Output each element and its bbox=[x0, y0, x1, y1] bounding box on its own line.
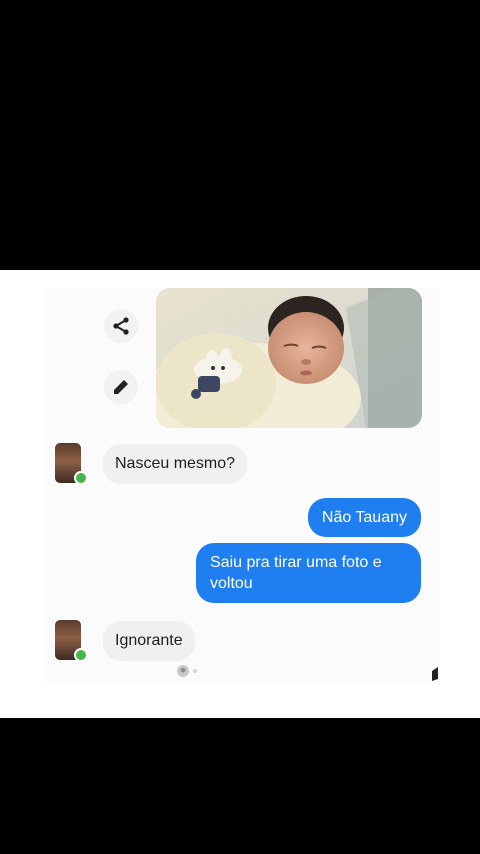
message-text: Não Tauany bbox=[321, 509, 407, 526]
message-text: Nasceu mesmo? bbox=[115, 455, 236, 472]
message-bubble-outgoing[interactable]: Não Tauany bbox=[307, 498, 421, 537]
online-status-dot bbox=[74, 648, 88, 662]
online-status-dot bbox=[74, 471, 88, 485]
message-bubble-incoming[interactable]: Nasceu mesmo? bbox=[103, 444, 248, 484]
message-text: Saiu pra tirar uma foto e voltou bbox=[210, 554, 382, 592]
edit-button[interactable] bbox=[104, 370, 138, 404]
share-icon bbox=[113, 317, 129, 335]
shared-photo[interactable] bbox=[156, 288, 422, 428]
message-text: Ignorante bbox=[115, 632, 183, 649]
message-bubble-incoming[interactable]: Ignorante bbox=[103, 621, 195, 661]
newborn-photo-image bbox=[156, 288, 422, 428]
pencil-icon bbox=[114, 380, 128, 394]
message-bubble-outgoing[interactable]: Saiu pra tirar uma foto e voltou bbox=[196, 543, 421, 603]
seen-marker-icon bbox=[432, 667, 438, 681]
seen-avatar-icon bbox=[177, 665, 197, 677]
share-button[interactable] bbox=[104, 309, 138, 343]
